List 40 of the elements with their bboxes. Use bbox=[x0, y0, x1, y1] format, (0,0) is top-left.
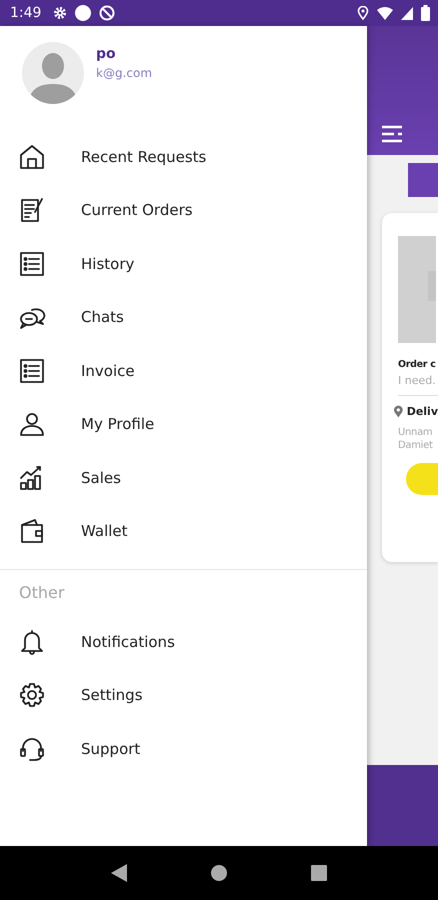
recents-icon[interactable] bbox=[310, 865, 327, 881]
settings-icon bbox=[18, 681, 46, 710]
drawer-menu-item[interactable]: Invoice bbox=[0, 344, 367, 398]
list-icon bbox=[18, 250, 46, 278]
user-email: k@g.com bbox=[96, 66, 152, 80]
drawer-menu-item[interactable]: Wallet bbox=[0, 504, 367, 558]
drawer-menu-item[interactable]: My Profile bbox=[0, 398, 367, 451]
drawer-menu-item[interactable]: Recent Requests bbox=[0, 130, 367, 184]
wallet-icon bbox=[18, 517, 46, 546]
status-time: 1:49 bbox=[10, 5, 42, 21]
person-icon bbox=[18, 410, 46, 438]
drawer-menu-item[interactable]: Support bbox=[0, 722, 367, 776]
circle-icon bbox=[75, 5, 92, 21]
drawer-menu-item[interactable]: Settings bbox=[0, 668, 367, 722]
wifi-icon bbox=[377, 6, 393, 20]
settings-icon bbox=[53, 6, 68, 20]
home-icon bbox=[18, 142, 46, 171]
order-title: Order c bbox=[398, 359, 437, 370]
location-label: Deliv bbox=[406, 405, 438, 418]
signal-icon bbox=[401, 6, 413, 20]
list-icon bbox=[18, 356, 46, 385]
location-icon bbox=[357, 6, 369, 20]
back-icon[interactable] bbox=[111, 864, 128, 882]
order-description: I need. bbox=[398, 374, 437, 387]
no-sign-icon bbox=[99, 5, 116, 21]
drawer-menu-item[interactable]: Sales bbox=[0, 451, 367, 504]
user-name: po bbox=[96, 46, 117, 62]
menu-icon[interactable] bbox=[381, 125, 403, 143]
battery-icon bbox=[421, 5, 430, 21]
drawer-menu-item[interactable]: Current Orders bbox=[0, 184, 367, 237]
drawer-menu-item[interactable]: History bbox=[0, 237, 367, 290]
address-line: Damiet bbox=[398, 440, 434, 451]
drawer-menu-item[interactable]: Chats bbox=[0, 290, 367, 344]
location-pin-icon bbox=[394, 404, 403, 419]
document-pen-icon bbox=[18, 196, 46, 224]
bell-icon bbox=[18, 628, 46, 656]
section-title: Other bbox=[18, 582, 66, 604]
home-icon[interactable] bbox=[210, 864, 228, 882]
drawer-menu-item[interactable]: Notifications bbox=[0, 615, 367, 668]
address-line: Unnam bbox=[398, 427, 434, 438]
